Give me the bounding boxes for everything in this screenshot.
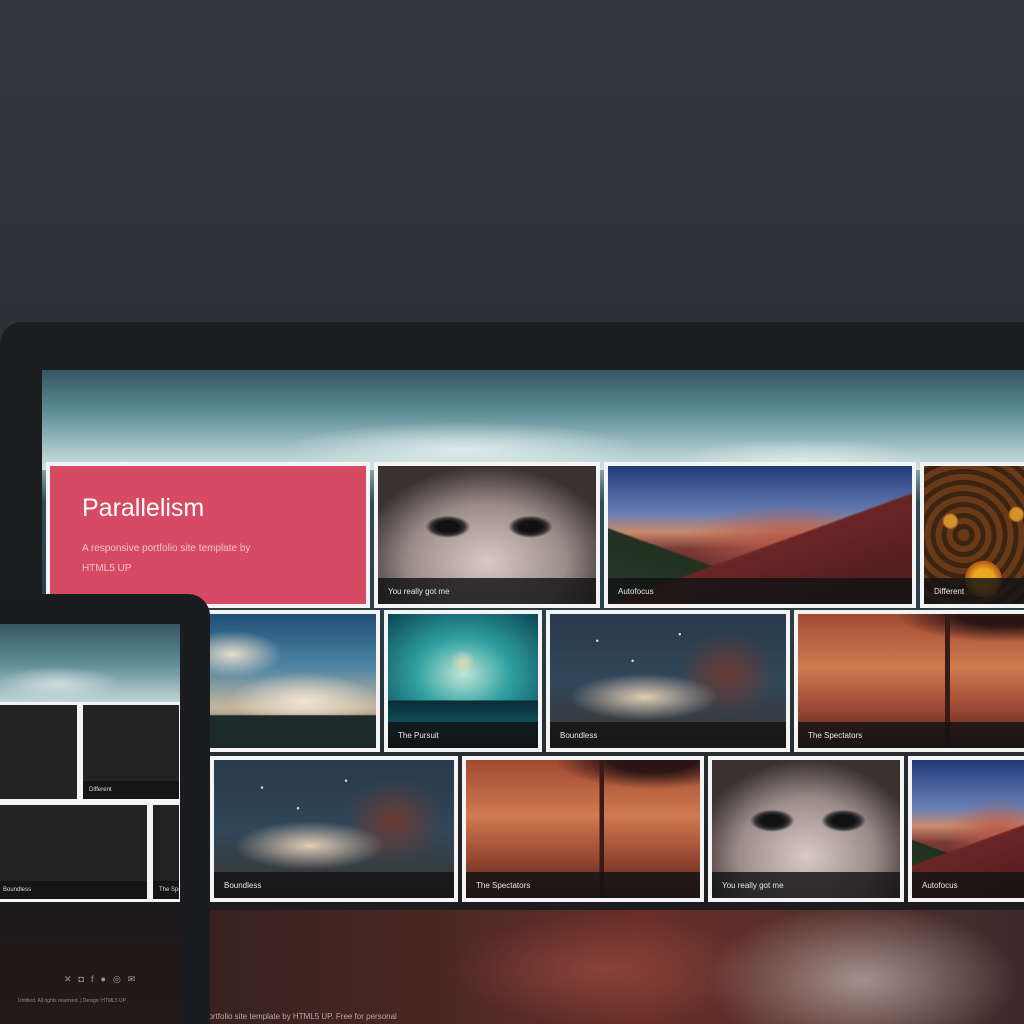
portfolio-tile[interactable]: Different [80, 702, 180, 802]
site-title: Parallelism [82, 494, 205, 522]
portfolio-tile[interactable] [0, 702, 80, 802]
portfolio-tile[interactable]: Boundless [546, 610, 790, 752]
tablet-device: Different Boundless The Spe ✕ ◘ f ● ◎ ✉ … [0, 594, 210, 1024]
portfolio-tile[interactable]: You really got me [374, 462, 600, 608]
portfolio-tile[interactable]: The Spectators [794, 610, 1024, 752]
tile-caption: Autofocus [912, 872, 1024, 898]
tile-caption: Boundless [214, 872, 454, 898]
tile-caption: The Spectators [466, 872, 700, 898]
portfolio-tile[interactable]: The Spectators [462, 756, 704, 902]
tile-caption: Different [83, 781, 179, 799]
portfolio-tile[interactable]: Boundless [0, 802, 150, 902]
intro-panel: Parallelism A responsive portfolio site … [46, 462, 370, 608]
tablet-footer-credits: Untitled. All rights reserved. | Design:… [18, 998, 127, 1004]
portfolio-tile[interactable]: You really got me [708, 756, 904, 902]
github-icon[interactable]: ● [101, 974, 106, 985]
tablet-screen: Different Boundless The Spe ✕ ◘ f ● ◎ ✉ … [0, 624, 180, 1024]
header-sky-background [42, 370, 1024, 470]
twitter-icon[interactable]: ✕ [64, 974, 72, 985]
portfolio-tile[interactable]: Different [920, 462, 1024, 608]
tile-caption: The Spectators [798, 722, 1024, 748]
portfolio-tile[interactable]: The Spe [150, 802, 180, 902]
portfolio-tile[interactable]: Autofocus [604, 462, 916, 608]
tile-caption: Different [924, 578, 1024, 604]
tile-caption: Autofocus [608, 578, 912, 604]
site-subtitle: A responsive portfolio site template by … [82, 543, 251, 574]
portfolio-tile[interactable] [192, 610, 380, 752]
tile-caption: You really got me [378, 578, 596, 604]
email-icon[interactable]: ✉ [128, 974, 136, 985]
facebook-icon[interactable]: f [91, 974, 94, 985]
dribbble-icon[interactable]: ◎ [113, 974, 121, 985]
tile-caption: The Spe [153, 881, 179, 899]
portfolio-tile[interactable]: Autofocus [908, 756, 1024, 902]
instagram-icon[interactable]: ◘ [79, 974, 84, 985]
portfolio-tile[interactable]: Boundless [210, 756, 458, 902]
tablet-header-background [0, 624, 180, 704]
tile-caption: The Pursuit [388, 722, 538, 748]
tile-caption: You really got me [712, 872, 900, 898]
footer-credits: portfolio site template by HTML5 UP. Fre… [204, 1012, 397, 1021]
social-icons: ✕ ◘ f ● ◎ ✉ [64, 974, 135, 985]
portfolio-tile[interactable]: The Pursuit [384, 610, 542, 752]
tile-caption: Boundless [0, 881, 147, 899]
tile-caption: Boundless [550, 722, 786, 748]
